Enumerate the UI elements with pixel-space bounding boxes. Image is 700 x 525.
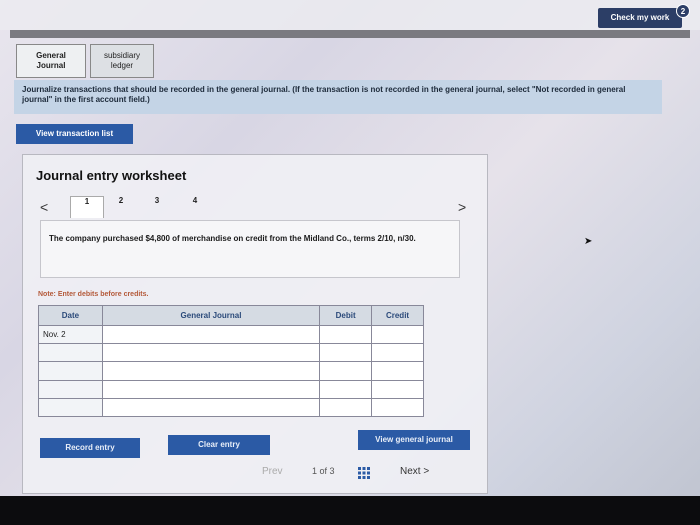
step-tab-4[interactable]: 4 — [184, 196, 206, 218]
table-row: Nov. 2 — [38, 325, 424, 345]
account-cell[interactable] — [101, 343, 321, 363]
table-row — [38, 379, 424, 399]
tab-general-journal-line1: General — [36, 51, 66, 60]
credit-cell[interactable] — [371, 361, 424, 381]
screen-bezel — [0, 496, 700, 525]
date-cell[interactable] — [38, 379, 103, 399]
account-cell[interactable] — [101, 379, 321, 399]
account-cell[interactable] — [101, 325, 321, 345]
next-page-link[interactable]: Next > — [400, 466, 429, 477]
page-count: 1 of 3 — [312, 466, 335, 476]
credit-cell[interactable] — [371, 325, 424, 345]
tab-subsidiary-ledger-line2: ledger — [110, 61, 134, 70]
tab-subsidiary-ledger-line1: subsidiary — [103, 51, 140, 60]
prev-page-link[interactable]: Prev — [262, 466, 283, 477]
chevron-right-icon[interactable]: > — [458, 199, 466, 215]
step-tab-3[interactable]: 3 — [146, 196, 168, 218]
credit-column-header: Credit — [371, 304, 424, 327]
top-bar — [0, 0, 700, 30]
tab-subsidiary-ledger[interactable]: subsidiary ledger — [90, 44, 154, 78]
record-entry-button[interactable]: Record entry — [40, 438, 140, 458]
debit-cell[interactable] — [319, 397, 373, 418]
clear-entry-button[interactable]: Clear entry — [168, 435, 270, 455]
view-transaction-list-button[interactable]: View transaction list — [16, 124, 133, 144]
step-tab-1[interactable]: 1 — [70, 196, 104, 218]
table-row — [38, 397, 424, 418]
credit-cell[interactable] — [371, 379, 424, 399]
tab-general-journal[interactable]: General Journal — [16, 44, 86, 78]
debit-cell[interactable] — [319, 379, 373, 399]
journal-entry-table: Date General Journal Debit Credit Nov. 2 — [38, 304, 424, 418]
table-row — [38, 343, 424, 363]
credit-cell[interactable] — [371, 397, 424, 418]
step-tab-2[interactable]: 2 — [110, 196, 132, 218]
notification-badge: 2 — [676, 4, 690, 18]
date-cell[interactable] — [38, 397, 103, 418]
table-row — [38, 361, 424, 381]
view-general-journal-button[interactable]: View general journal — [358, 430, 470, 450]
account-cell[interactable] — [101, 361, 321, 381]
check-my-work-button[interactable]: Check my work — [598, 8, 682, 28]
instruction-text: Journalize transactions that should be r… — [14, 80, 662, 114]
entry-note: Note: Enter debits before credits. — [38, 291, 149, 298]
date-cell[interactable] — [38, 343, 103, 363]
general-journal-column-header: General Journal — [101, 304, 321, 327]
mouse-cursor-icon: ➤ — [584, 236, 593, 247]
debit-column-header: Debit — [319, 304, 373, 327]
grid-icon[interactable] — [358, 467, 370, 479]
debit-cell[interactable] — [319, 343, 373, 363]
worksheet-title: Journal entry worksheet — [36, 168, 187, 183]
debit-cell[interactable] — [319, 325, 373, 345]
transaction-description: The company purchased $4,800 of merchand… — [40, 220, 460, 278]
date-cell[interactable] — [38, 361, 103, 381]
account-cell[interactable] — [101, 397, 321, 418]
chevron-left-icon[interactable]: < — [40, 199, 48, 215]
tab-general-journal-line2: Journal — [36, 61, 66, 70]
header-divider — [10, 30, 690, 38]
credit-cell[interactable] — [371, 343, 424, 363]
date-column-header: Date — [38, 304, 103, 327]
date-cell[interactable]: Nov. 2 — [38, 325, 103, 345]
debit-cell[interactable] — [319, 361, 373, 381]
